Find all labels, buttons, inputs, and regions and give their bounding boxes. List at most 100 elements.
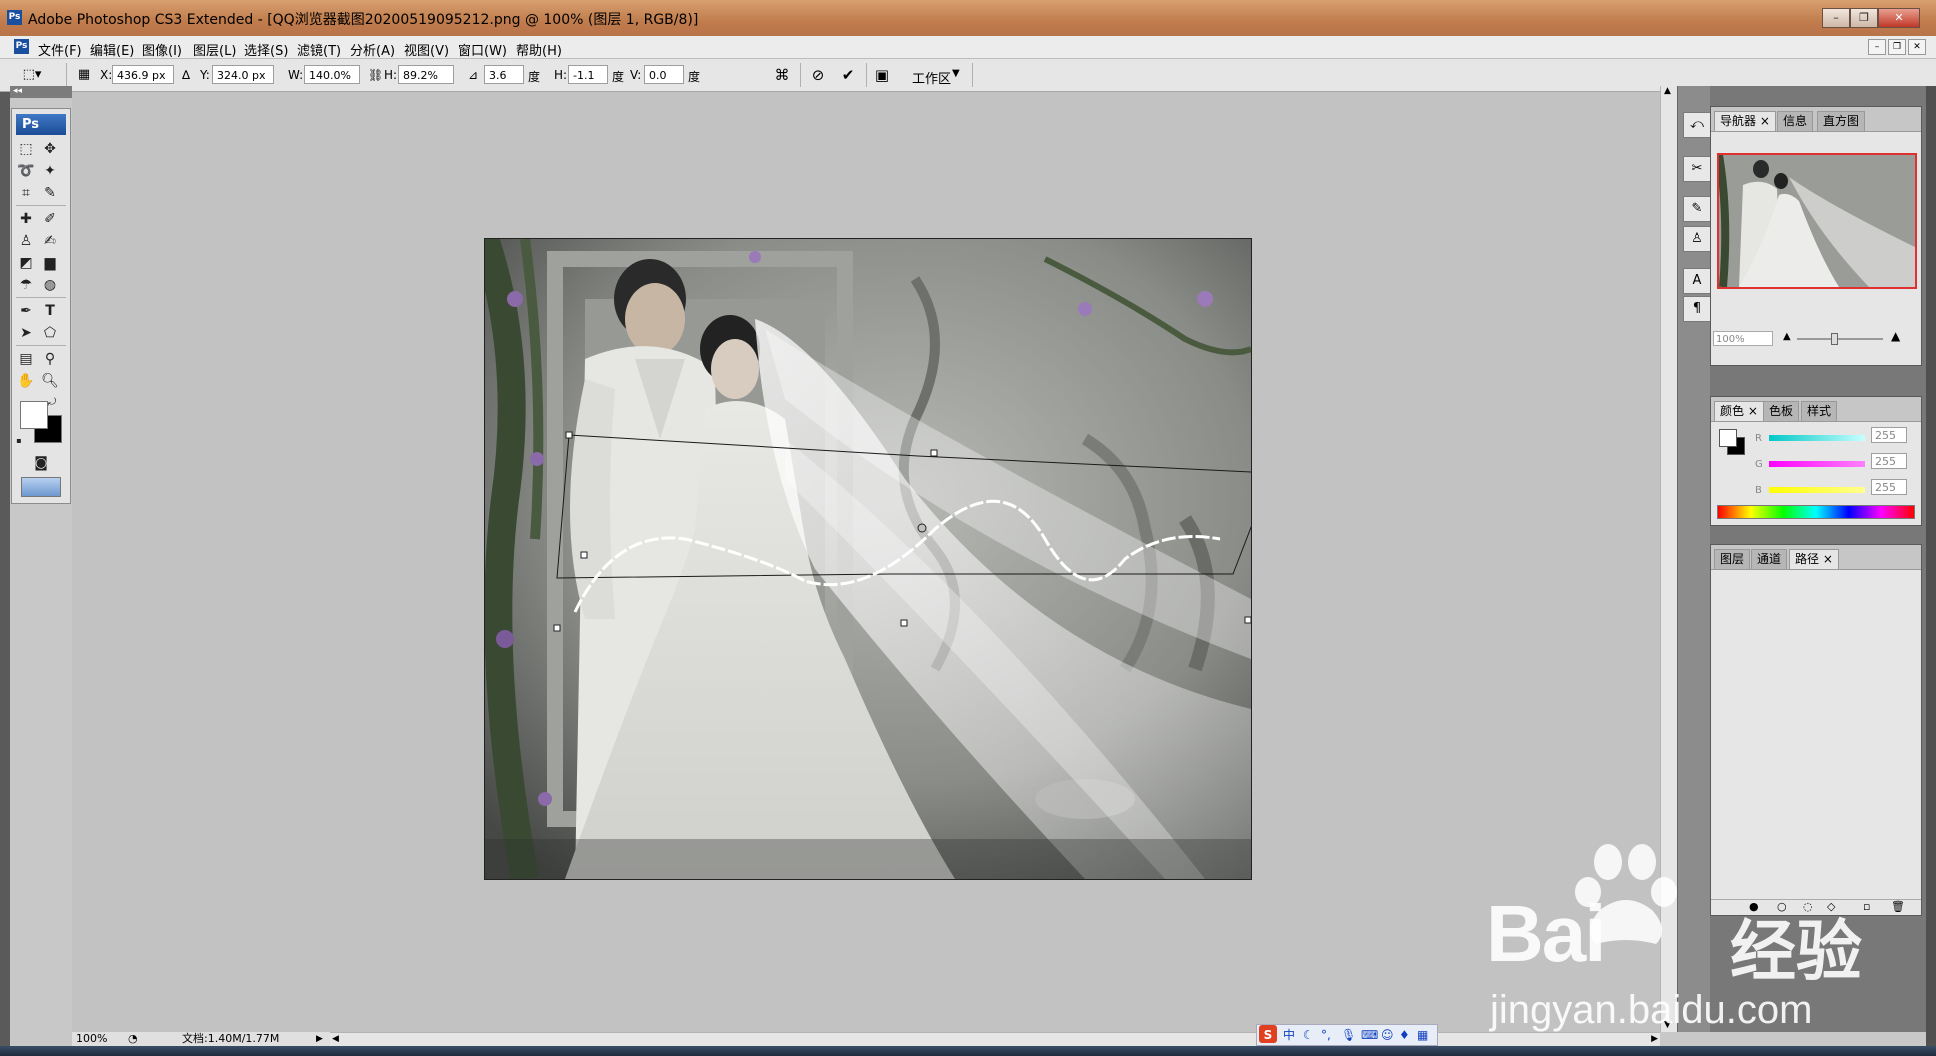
notes-icon[interactable]: ▤ <box>16 349 36 369</box>
y-field[interactable]: 324.0 px <box>212 65 274 84</box>
tab-histogram[interactable]: 直方图 <box>1817 111 1866 131</box>
scroll-up-icon[interactable]: ▲ <box>1664 86 1671 96</box>
history-brush-icon[interactable]: ✍ <box>40 231 60 251</box>
app-icon[interactable]: Ps <box>7 10 22 25</box>
menu-edit[interactable]: 编辑(E) <box>90 40 134 59</box>
x-field[interactable]: 436.9 px <box>112 65 174 84</box>
menu-select[interactable]: 选择(S) <box>244 40 288 59</box>
eraser-icon[interactable]: ◩ <box>16 253 36 273</box>
zoom-in-icon[interactable]: ▲ <box>1891 329 1900 343</box>
minimize-button[interactable]: – <box>1822 8 1850 28</box>
blur-icon[interactable]: ☂ <box>16 275 36 295</box>
close-button[interactable]: ✕ <box>1878 8 1920 28</box>
tab-layers[interactable]: 图层 <box>1714 549 1751 569</box>
mic-icon[interactable]: 🎙︎ <box>1341 1025 1356 1045</box>
link-icon[interactable]: ⛓ <box>368 68 383 82</box>
color-spectrum-bar[interactable] <box>1717 505 1915 519</box>
brush-icon[interactable]: ✐ <box>40 209 60 229</box>
menu-layer[interactable]: 图层(L) <box>193 40 236 59</box>
tool-presets-icon[interactable]: ✂ <box>1683 156 1711 182</box>
navigator-zoom-slider[interactable] <box>1797 333 1883 345</box>
screen-mode-icon[interactable] <box>21 477 61 497</box>
b-slider[interactable] <box>1769 487 1865 493</box>
swap-colors-icon[interactable]: ⤾ <box>46 393 58 413</box>
h-field[interactable]: 89.2% <box>398 65 454 84</box>
pen-icon[interactable]: ✒ <box>16 301 36 321</box>
horizontal-scrollbar[interactable]: ◀ ▶ <box>330 1032 1660 1047</box>
clone-source-icon[interactable]: ♙ <box>1683 226 1711 252</box>
zoom-level[interactable]: 100% <box>76 1032 107 1046</box>
g-value[interactable]: 255 <box>1871 453 1907 469</box>
path-select-icon[interactable]: ➤ <box>16 323 36 343</box>
keyboard-icon[interactable]: ⌨ <box>1361 1025 1378 1045</box>
doc-close-button[interactable]: ✕ <box>1908 39 1926 55</box>
workspace-dropdown-icon[interactable]: ▼ <box>952 68 960 79</box>
character-icon[interactable]: A <box>1683 268 1711 294</box>
toolbox-grip[interactable]: ◂◂ <box>10 86 72 98</box>
crop-icon[interactable]: ⌗ <box>16 183 36 203</box>
warp-icon[interactable]: ⌘ <box>772 66 792 84</box>
angle-field[interactable]: 3.6 <box>484 65 524 84</box>
tab-navigator[interactable]: 导航器 × <box>1714 111 1776 131</box>
move-icon[interactable]: ✥ <box>40 139 60 159</box>
dodge-icon[interactable]: ◍ <box>40 275 60 295</box>
status-arrow-icon[interactable]: ▶ <box>316 1032 323 1046</box>
zoom-out-icon[interactable]: ▲ <box>1783 331 1791 342</box>
document-image[interactable] <box>484 238 1252 880</box>
zoom-slider-thumb[interactable] <box>1831 333 1838 345</box>
scroll-left-icon[interactable]: ◀ <box>332 1034 339 1044</box>
lasso-icon[interactable]: ➰ <box>16 161 36 181</box>
user-icon[interactable]: ☺ <box>1381 1025 1394 1045</box>
quick-mask-icon[interactable]: ◙ <box>31 453 51 473</box>
shape-icon[interactable]: ⬠ <box>40 323 60 343</box>
magic-wand-icon[interactable]: ✦ <box>40 161 60 181</box>
menu-image[interactable]: 图像(I) <box>142 40 182 59</box>
navigator-thumbnail[interactable] <box>1717 153 1917 289</box>
workspace-button[interactable]: 工作区 <box>912 68 951 87</box>
menu-filter[interactable]: 滤镜(T) <box>297 40 341 59</box>
history-icon[interactable]: ⤺ <box>1683 112 1711 138</box>
hand-icon[interactable]: ✋ <box>16 371 36 391</box>
b-value[interactable]: 255 <box>1871 479 1907 495</box>
tab-color[interactable]: 颜色 × <box>1714 401 1764 421</box>
grid-icon[interactable]: ▦ <box>1417 1025 1428 1045</box>
app-menu-icon[interactable]: Ps <box>14 39 29 54</box>
foreground-color-swatch[interactable] <box>20 401 48 429</box>
gradient-icon[interactable]: ▆ <box>40 253 60 273</box>
restore-button[interactable]: ❐ <box>1850 8 1878 28</box>
menu-window[interactable]: 窗口(W) <box>458 40 507 59</box>
tab-swatches[interactable]: 色板 <box>1763 401 1800 421</box>
navigator-zoom-field[interactable]: 100% <box>1713 331 1773 346</box>
skin-icon[interactable]: ♦ <box>1399 1025 1410 1045</box>
zoom-icon[interactable]: 🔍︎ <box>40 371 60 391</box>
cancel-transform-icon[interactable]: ⊘ <box>808 66 828 84</box>
r-slider[interactable] <box>1769 435 1865 441</box>
w-field[interactable]: 140.0% <box>304 65 360 84</box>
doc-minimize-button[interactable]: – <box>1868 39 1886 55</box>
tab-channels[interactable]: 通道 <box>1751 549 1788 569</box>
status-menu-icon[interactable]: ◔ <box>128 1032 138 1046</box>
tool-preset-icon[interactable]: ⬚▾ <box>22 66 42 84</box>
healing-icon[interactable]: ✚ <box>16 209 36 229</box>
sogou-icon[interactable]: S <box>1259 1025 1277 1043</box>
default-colors-icon[interactable]: ▪ <box>14 431 24 451</box>
reference-point-icon[interactable]: ▦ <box>74 66 94 84</box>
menu-file[interactable]: 文件(F) <box>38 40 82 59</box>
clone-stamp-icon[interactable]: ♙ <box>16 231 36 251</box>
palette-well-icon[interactable]: ▣ <box>872 66 892 84</box>
tab-styles[interactable]: 样式 <box>1801 401 1838 421</box>
commit-transform-icon[interactable]: ✔ <box>838 66 858 84</box>
brushes-icon[interactable]: ✎ <box>1683 196 1711 222</box>
hskew-field[interactable]: -1.1 <box>568 65 608 84</box>
menu-help[interactable]: 帮助(H) <box>516 40 562 59</box>
type-icon[interactable]: T <box>40 301 60 321</box>
tab-info[interactable]: 信息 <box>1777 111 1814 131</box>
ime-mode[interactable]: 中 <box>1283 1025 1295 1045</box>
slice-icon[interactable]: ✎ <box>40 183 60 203</box>
doc-restore-button[interactable]: ❐ <box>1888 39 1906 55</box>
menu-analysis[interactable]: 分析(A) <box>350 40 395 59</box>
marquee-icon[interactable]: ⬚ <box>16 139 36 159</box>
r-value[interactable]: 255 <box>1871 427 1907 443</box>
moon-icon[interactable]: ☾ <box>1303 1025 1314 1045</box>
g-slider[interactable] <box>1769 461 1865 467</box>
